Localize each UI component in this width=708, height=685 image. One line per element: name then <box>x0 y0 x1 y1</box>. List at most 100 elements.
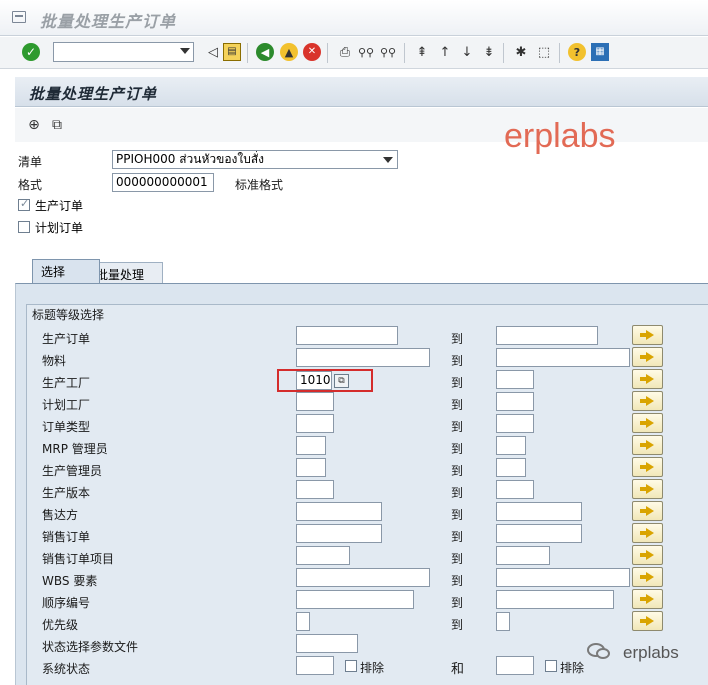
multiple-selection-button[interactable] <box>632 523 663 543</box>
multiple-selection-button[interactable] <box>632 501 663 521</box>
arrow-right-icon <box>639 550 654 560</box>
exclude-label-2: 排除 <box>560 661 585 675</box>
arrow-right-icon <box>639 330 654 340</box>
watermark-text: erplabs <box>504 117 616 155</box>
system-status-field[interactable] <box>296 656 334 675</box>
arrow-right-icon <box>639 594 654 604</box>
to-label: 到 <box>451 464 464 478</box>
previous-page-icon[interactable]: ↑ <box>436 43 454 61</box>
production-order-to[interactable] <box>496 326 598 345</box>
help-icon[interactable]: ? <box>568 43 586 61</box>
order-type-from[interactable] <box>296 414 334 433</box>
system-status-and-field[interactable] <box>496 656 534 675</box>
exclude-checkbox-2[interactable] <box>545 660 557 672</box>
sequence-number-from[interactable] <box>296 590 414 609</box>
multiple-selection-button[interactable] <box>632 567 663 587</box>
multiple-selection-button[interactable] <box>632 611 663 631</box>
priority-from[interactable] <box>296 612 310 631</box>
row-label: 生产版本 <box>42 486 91 500</box>
find-icon[interactable]: ⚲⚲ <box>357 43 375 61</box>
next-page-icon[interactable]: ↓ <box>458 43 476 61</box>
customize-layout-icon[interactable]: ▦ <box>591 43 609 61</box>
first-page-icon[interactable]: ⇞ <box>413 43 431 61</box>
row-label: 优先级 <box>42 618 79 632</box>
multiple-selection-button[interactable] <box>632 369 663 389</box>
priority-to[interactable] <box>496 612 510 631</box>
production-version-from[interactable] <box>296 480 334 499</box>
mrp-controller-to[interactable] <box>496 436 526 455</box>
list-select[interactable]: PPIOH000 ส่วนหัวของใบสั่ง <box>112 150 398 169</box>
wbs-element-to[interactable] <box>496 568 630 587</box>
status-profile-field[interactable] <box>296 634 358 653</box>
sales-order-item-from[interactable] <box>296 546 350 565</box>
execute-icon[interactable]: ⊕ <box>25 116 43 134</box>
print-icon[interactable]: ⎙ <box>336 43 354 61</box>
multiple-selection-button[interactable] <box>632 479 663 499</box>
exit-icon[interactable]: ▲ <box>280 43 298 61</box>
arrow-right-icon <box>639 396 654 406</box>
row-label: 系统状态 <box>42 662 91 676</box>
multiple-selection-button[interactable] <box>632 435 663 455</box>
window-menu-icon[interactable] <box>12 11 26 23</box>
sold-to-party-from[interactable] <box>296 502 382 521</box>
production-version-to[interactable] <box>496 480 534 499</box>
sequence-number-to[interactable] <box>496 590 614 609</box>
save-icon[interactable]: ▤ <box>223 43 241 61</box>
production-supervisor-from[interactable] <box>296 458 326 477</box>
tab-selection[interactable]: 选择 <box>32 259 100 283</box>
wbs-element-from[interactable] <box>296 568 430 587</box>
material-from[interactable] <box>296 348 430 367</box>
to-label: 到 <box>451 596 464 610</box>
separator <box>327 43 328 63</box>
row-label: 生产订单 <box>42 332 91 346</box>
to-label: 到 <box>451 442 464 456</box>
chevron-down-icon[interactable] <box>383 157 393 163</box>
variant-icon[interactable]: ⧉ <box>48 116 66 134</box>
planned-orders-checkbox[interactable] <box>18 221 30 233</box>
row-label: 销售订单项目 <box>42 552 115 566</box>
find-next-icon[interactable]: ⚲⚲ <box>379 43 397 61</box>
sales-order-from[interactable] <box>296 524 382 543</box>
production-supervisor-to[interactable] <box>496 458 526 477</box>
multiple-selection-button[interactable] <box>632 325 663 345</box>
separator <box>503 43 504 63</box>
standard-toolbar: ✓ ◁ ▤ ◀ ▲ ✕ ⎙ ⚲⚲ ⚲⚲ ⇞ ↑ ↓ ⇟ ✱ ⬚ ? ▦ <box>0 37 708 69</box>
multiple-selection-button[interactable] <box>632 413 663 433</box>
planning-plant-to[interactable] <box>496 392 534 411</box>
enter-icon[interactable]: ✓ <box>22 43 40 61</box>
back-arrow-icon[interactable]: ◁ <box>204 43 222 61</box>
row-label: 生产工厂 <box>42 376 91 390</box>
multiple-selection-button[interactable] <box>632 545 663 565</box>
command-field[interactable] <box>53 42 194 62</box>
exclude-checkbox[interactable] <box>345 660 357 672</box>
multiple-selection-button[interactable] <box>632 347 663 367</box>
window-title: 批量处理生产订单 <box>40 12 177 31</box>
sold-to-party-to[interactable] <box>496 502 582 521</box>
create-session-icon[interactable]: ✱ <box>512 43 530 61</box>
multiple-selection-button[interactable] <box>632 457 663 477</box>
arrow-right-icon <box>639 484 654 494</box>
production-plant-to[interactable] <box>496 370 534 389</box>
order-type-to[interactable] <box>496 414 534 433</box>
shortcut-icon[interactable]: ⬚ <box>535 43 553 61</box>
cancel-icon[interactable]: ✕ <box>303 43 321 61</box>
mrp-controller-from[interactable] <box>296 436 326 455</box>
material-to[interactable] <box>496 348 630 367</box>
green-back-icon[interactable]: ◀ <box>256 43 274 61</box>
sales-order-item-to[interactable] <box>496 546 550 565</box>
last-page-icon[interactable]: ⇟ <box>480 43 498 61</box>
format-description: 标准格式 <box>235 178 284 192</box>
planning-plant-from[interactable] <box>296 392 334 411</box>
arrow-right-icon <box>639 418 654 428</box>
watermark-bottom: erplabs <box>623 643 679 662</box>
row-label: 计划工厂 <box>42 398 91 412</box>
page-title: 批量处理生产订单 <box>29 85 158 103</box>
format-field[interactable]: 000000000001 <box>112 173 214 192</box>
chevron-down-icon[interactable] <box>180 48 190 54</box>
multiple-selection-button[interactable] <box>632 391 663 411</box>
to-label: 到 <box>451 354 464 368</box>
multiple-selection-button[interactable] <box>632 589 663 609</box>
sales-order-to[interactable] <box>496 524 582 543</box>
production-orders-checkbox[interactable] <box>18 197 30 211</box>
production-order-from[interactable] <box>296 326 398 345</box>
